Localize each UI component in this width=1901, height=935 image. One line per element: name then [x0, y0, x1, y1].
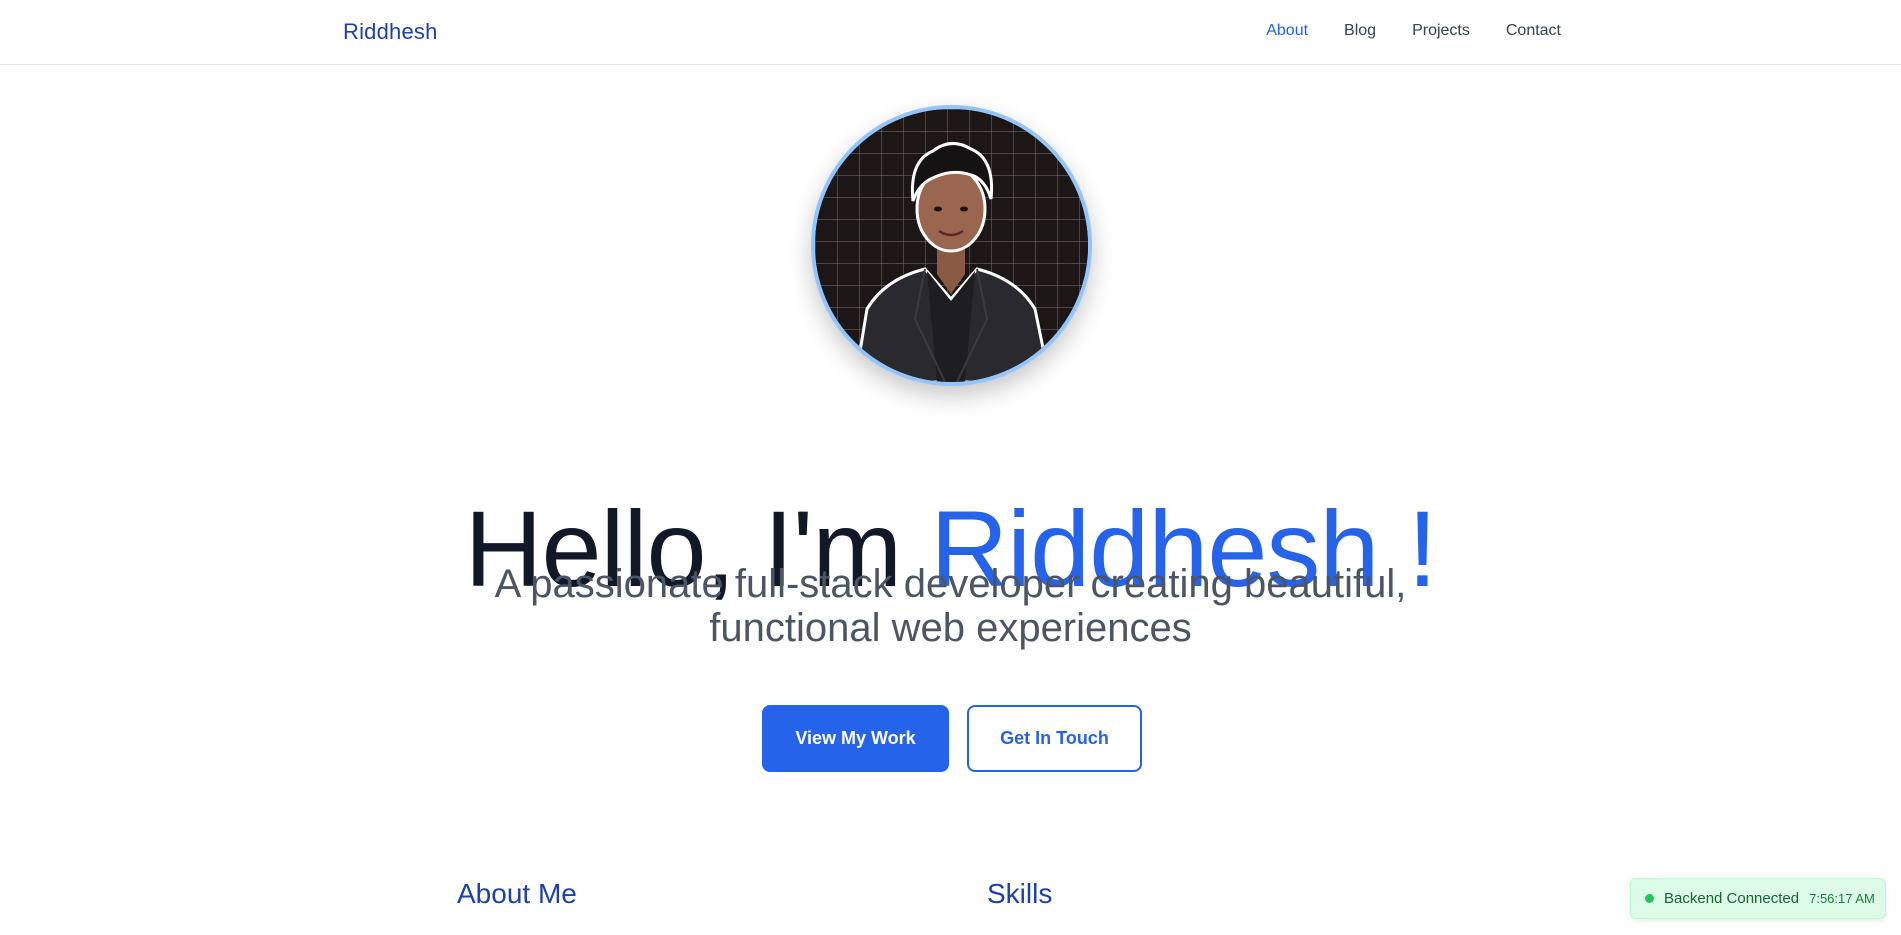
status-text: Backend Connected: [1664, 890, 1800, 907]
status-dot-icon: [1645, 894, 1654, 903]
status-time: 7:56:17 AM: [1809, 891, 1875, 906]
skills-heading: Skills: [987, 878, 1053, 909]
nav-links: About Blog Projects Contact: [1266, 22, 1561, 40]
profile-photo-icon: [815, 109, 1088, 382]
nav-link-contact[interactable]: Contact: [1506, 22, 1561, 40]
brand-logo[interactable]: Riddhesh: [343, 19, 438, 45]
hero-subtitle-line1: A passionate full-stack developer creati…: [494, 562, 1407, 606]
hero-subtitle: A passionate full-stack developer creati…: [0, 562, 1901, 650]
profile-avatar: [811, 105, 1092, 386]
nav-link-blog[interactable]: Blog: [1344, 22, 1376, 40]
nav-link-about[interactable]: About: [1266, 22, 1308, 40]
backend-status-toast: Backend Connected 7:56:17 AM: [1630, 878, 1886, 919]
about-me-heading: About Me: [457, 878, 577, 909]
navbar: Riddhesh About Blog Projects Contact: [0, 0, 1901, 65]
hero-subtitle-line2: functional web experiences: [709, 606, 1192, 650]
get-in-touch-button[interactable]: Get In Touch: [967, 705, 1142, 772]
nav-link-projects[interactable]: Projects: [1412, 22, 1470, 40]
view-my-work-button[interactable]: View My Work: [762, 705, 949, 772]
